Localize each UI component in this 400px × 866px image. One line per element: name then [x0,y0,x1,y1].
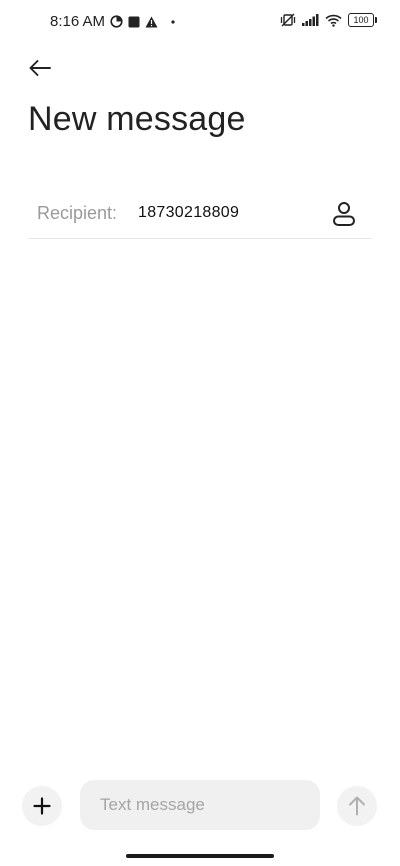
battery-indicator: 100 [348,13,377,27]
home-indicator[interactable] [126,854,274,858]
message-input[interactable] [80,780,320,830]
wifi-icon [325,14,342,27]
status-bar-right: 100 [280,13,377,27]
message-composer [0,778,400,834]
recipient-label: Recipient: [37,203,118,223]
plus-icon [33,797,51,815]
add-attachment-button[interactable] [22,786,62,826]
app-notification-icon [128,16,140,28]
send-button[interactable] [337,786,377,826]
status-bar: 8:16 AM 100 [0,0,400,44]
back-button[interactable] [22,52,58,84]
dot-icon [171,19,175,24]
status-bar-left: 8:16 AM [50,13,175,30]
contact-picker-button[interactable] [330,200,358,228]
warning-icon [145,16,158,28]
data-saver-icon [110,15,123,28]
arrow-up-icon [348,796,366,816]
page-title: New message [28,100,246,138]
signal-icon [302,14,319,26]
person-icon [332,201,356,227]
recipient-input[interactable]: 18730218809 [138,204,239,222]
vibrate-off-icon [280,13,296,27]
arrow-left-icon [28,59,52,77]
status-time: 8:16 AM [50,13,106,30]
recipient-row[interactable]: Recipient: 18730218809 [28,190,372,239]
